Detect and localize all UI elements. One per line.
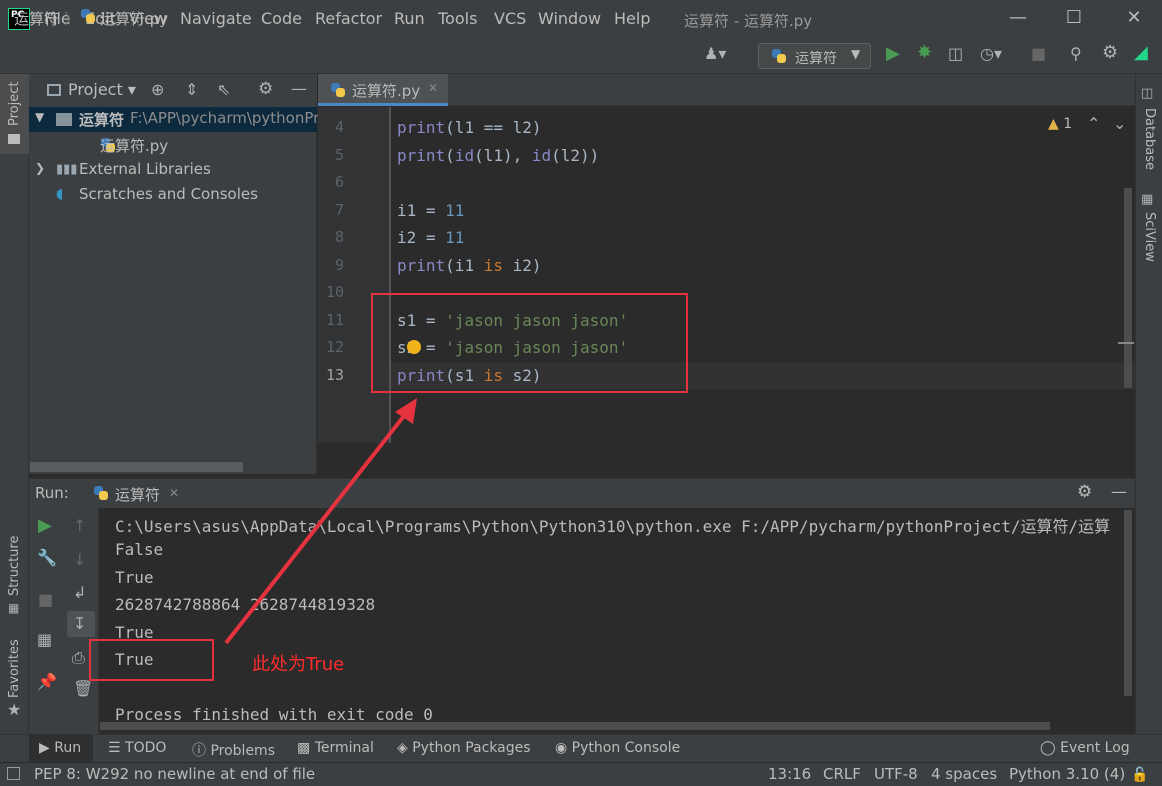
line-separator[interactable]: CRLF xyxy=(823,765,861,783)
bottom-tab-terminal[interactable]: ▩ Terminal xyxy=(297,740,374,756)
bottom-tab-python-console[interactable]: ◉ Python Console xyxy=(555,740,680,756)
status-message: PEP 8: W292 no newline at end of file xyxy=(34,765,316,783)
bottom-tab-python-packages[interactable]: ◈ Python Packages xyxy=(397,740,531,756)
play-icon: ▶ xyxy=(39,740,50,756)
list-icon: ☰ xyxy=(108,740,121,756)
info-icon: ⓘ xyxy=(192,743,206,759)
annotation-text: 此处为True xyxy=(252,654,345,675)
file-encoding[interactable]: UTF-8 xyxy=(874,765,918,783)
terminal-icon: ▩ xyxy=(297,740,311,756)
lock-icon[interactable]: 🔓 xyxy=(1131,767,1148,783)
bottom-tab-todo[interactable]: ☰ TODO xyxy=(108,740,166,756)
event-log-icon: ◯ xyxy=(1040,740,1056,756)
bottom-tab-run[interactable]: ▶ Run xyxy=(39,740,81,756)
python-interpreter[interactable]: Python 3.10 (4) xyxy=(1009,765,1125,783)
caret-position[interactable]: 13:16 xyxy=(768,765,811,783)
packages-icon: ◈ xyxy=(397,740,408,756)
bottom-tab-event-log[interactable]: ◯ Event Log xyxy=(1040,740,1130,756)
toggle-tool-windows-icon[interactable] xyxy=(7,767,20,780)
annotation-arrow xyxy=(224,398,417,645)
bottom-tab-problems[interactable]: ⓘ Problems xyxy=(192,740,275,760)
python-console-icon: ◉ xyxy=(555,740,568,756)
indentation[interactable]: 4 spaces xyxy=(931,765,997,783)
